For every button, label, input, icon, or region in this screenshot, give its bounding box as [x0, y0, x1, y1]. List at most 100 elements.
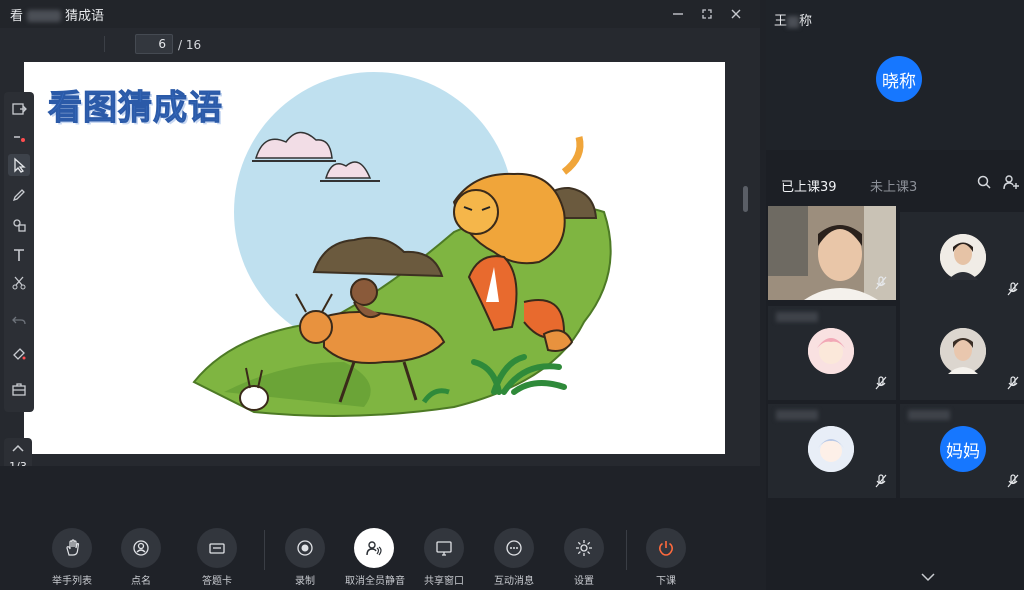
roll-call-button[interactable]: 点名: [112, 528, 170, 588]
add-member-button[interactable]: [1002, 174, 1020, 194]
close-icon: [731, 9, 741, 19]
tiger-tail: [561, 136, 584, 175]
mic-muted-indicator: [874, 473, 888, 492]
answer-card-label: 答题卡: [202, 576, 232, 587]
mic-muted-indicator: [1006, 375, 1020, 394]
eraser-tool-button[interactable]: [8, 342, 30, 364]
teacher-video-tile: 王称 晓称: [766, 0, 1024, 150]
settings-button[interactable]: 设置: [555, 528, 613, 588]
mic-muted-indicator: [874, 375, 888, 394]
teacher-name-prefix: 王: [774, 14, 788, 29]
idiom-illustration: [192, 72, 612, 417]
maximize-icon: [702, 9, 712, 19]
record-button[interactable]: 录制: [276, 528, 334, 588]
raise-hand-label: 举手列表: [52, 576, 92, 587]
mic-muted-indicator: [1006, 281, 1020, 300]
raise-hand-list-button[interactable]: 举手列表: [43, 528, 101, 588]
expand-list-button[interactable]: [920, 568, 936, 587]
blurred-text: [908, 410, 950, 420]
share-window-button[interactable]: 共享窗口: [415, 528, 473, 588]
slide-canvas: 看图猜成语: [24, 62, 725, 454]
student-tile[interactable]: [768, 206, 896, 300]
tab-attended[interactable]: 已上课39: [781, 176, 837, 195]
window-title-suffix: 猜成语: [65, 8, 105, 24]
scissors-icon: [12, 276, 26, 290]
blurred-text: [776, 410, 818, 420]
teacher-avatar[interactable]: 晓称: [876, 56, 922, 102]
blurred-text: [27, 10, 62, 22]
toolbox-button[interactable]: [8, 378, 30, 400]
chevron-up-icon: [12, 444, 24, 452]
answer-card-icon: [197, 528, 237, 568]
chevron-down-icon: [921, 573, 935, 582]
student-avatar: [808, 328, 854, 374]
eraser-icon: [13, 348, 26, 360]
end-class-button[interactable]: 下课: [637, 528, 695, 588]
answer-card-button[interactable]: 答题卡: [188, 528, 246, 588]
roll-call-label: 点名: [131, 576, 151, 587]
record-label: 录制: [295, 576, 315, 587]
minimize-button[interactable]: [667, 4, 689, 24]
mic-off-icon: [875, 474, 887, 488]
prev-slide-button[interactable]: [10, 440, 26, 459]
student-tile[interactable]: [900, 212, 1024, 306]
avatar-photo: [808, 426, 854, 472]
hand-icon: [52, 528, 92, 568]
search-button[interactable]: [976, 174, 992, 194]
maximize-button[interactable]: [696, 4, 718, 24]
exit-icon: [12, 103, 27, 115]
student-tile[interactable]: 妈妈: [900, 404, 1024, 498]
pen-tool-button[interactable]: [8, 184, 30, 206]
mic-off-icon: [1007, 474, 1019, 488]
student-tile[interactable]: [768, 306, 896, 400]
settings-icon: [564, 528, 604, 568]
text-tool-button[interactable]: [8, 244, 30, 266]
minimize-icon: [673, 13, 683, 15]
cursor-icon: [14, 157, 26, 173]
exit-annotation-button[interactable]: [8, 98, 30, 120]
mic-off-icon: [1007, 282, 1019, 296]
control-divider: [264, 530, 265, 570]
interactive-messages-button[interactable]: 互动消息: [485, 528, 543, 588]
share-window-icon: [424, 528, 464, 568]
document-window: 看 猜成语 6 / 16 看图猜成语: [0, 0, 760, 498]
avatar-photo: [940, 328, 986, 374]
search-icon: [977, 175, 991, 189]
tiger-head: [453, 189, 499, 235]
roll-call-icon: [121, 528, 161, 568]
text-icon: [14, 249, 24, 261]
scissors-tool-button[interactable]: [8, 272, 30, 294]
classroom-app: 看 猜成语 6 / 16 看图猜成语 王 称 晓称 已上课39 未上课3 妈妈 举…: [0, 0, 1024, 590]
window-title: 看 猜成语: [10, 5, 104, 24]
blurred-text: [776, 312, 818, 322]
attendance-tabs: 已上课39 未上课3: [766, 160, 1024, 204]
student-tile[interactable]: [768, 404, 896, 498]
page-total: / 16: [178, 38, 202, 52]
tab-absent[interactable]: 未上课3: [870, 176, 917, 195]
unmute-all-button[interactable]: 取消全员静音: [345, 528, 405, 588]
avatar-photo: [808, 328, 854, 374]
student-tile[interactable]: [900, 306, 1024, 400]
mic-off-icon: [1007, 376, 1019, 390]
record-icon: [285, 528, 325, 568]
student-name: [776, 410, 818, 423]
select-tool-button[interactable]: [8, 154, 30, 176]
student-avatar: [940, 234, 986, 280]
student-avatar: 妈妈: [940, 426, 986, 472]
blurred-text: [787, 15, 800, 28]
mic-muted-indicator: [874, 275, 888, 294]
mic-off-icon: [875, 376, 887, 390]
close-button[interactable]: [725, 4, 747, 24]
window-title-prefix: 看: [10, 8, 24, 24]
unmute-all-label: 取消全员静音: [345, 576, 405, 587]
document-toolbar: 6 / 16: [0, 30, 760, 58]
interactive-messages-label: 互动消息: [494, 576, 534, 587]
monkey-head: [350, 278, 378, 306]
share-window-label: 共享窗口: [424, 576, 464, 587]
slide-scrollbar[interactable]: [743, 186, 748, 212]
undo-button[interactable]: [8, 310, 30, 332]
page-number-input[interactable]: 6: [135, 34, 173, 54]
settings-label: 设置: [574, 576, 594, 587]
laser-pointer-button[interactable]: [8, 126, 30, 148]
shape-tool-button[interactable]: [8, 214, 30, 236]
